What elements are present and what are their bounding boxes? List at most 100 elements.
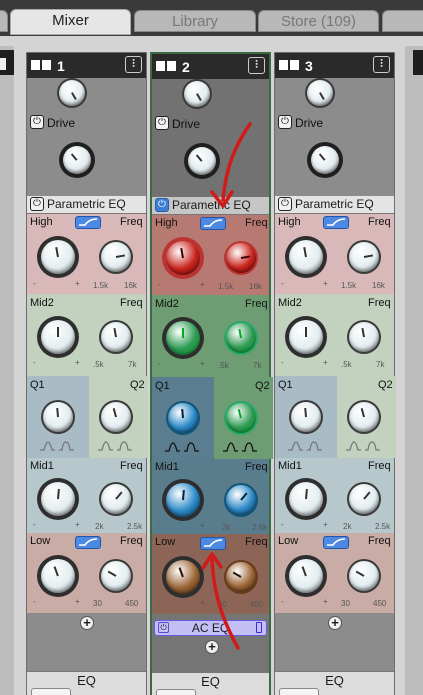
low-gain-knob[interactable] bbox=[162, 556, 204, 598]
power-icon[interactable]: ⏻ bbox=[30, 115, 44, 129]
solo-square-icon[interactable] bbox=[156, 61, 165, 71]
mid2-freq-knob[interactable] bbox=[224, 321, 258, 355]
mid2-gain-knob-cap bbox=[166, 321, 200, 355]
scale-max: + bbox=[75, 279, 80, 288]
freq-min-label: 30 bbox=[93, 599, 102, 608]
high-freq-knob[interactable] bbox=[224, 241, 258, 275]
drive-knob[interactable] bbox=[307, 142, 343, 178]
eq-footer-button[interactable] bbox=[279, 688, 319, 695]
drive-top-knob-partial[interactable] bbox=[182, 79, 212, 109]
q2-knob[interactable] bbox=[347, 400, 381, 434]
solo-square-icon[interactable] bbox=[31, 60, 40, 70]
mid1-freq-knob[interactable] bbox=[99, 482, 133, 516]
mid2-freq-knob[interactable] bbox=[99, 320, 133, 354]
next-strip-partial bbox=[405, 46, 423, 695]
band-mid2: Mid2 Freq - + .5k 7k bbox=[152, 295, 269, 377]
high-shelf-button[interactable] bbox=[75, 216, 101, 229]
power-icon[interactable]: ⏻ bbox=[278, 197, 292, 211]
drive-knob[interactable] bbox=[184, 143, 220, 179]
low-label: Low bbox=[278, 535, 299, 547]
drive-top-knob-partial[interactable] bbox=[305, 78, 335, 108]
power-icon[interactable]: ⏻ bbox=[155, 116, 169, 130]
sliders-icon[interactable]: ⫶ bbox=[373, 56, 390, 73]
q2-knob-cap bbox=[349, 402, 379, 432]
mute-square-icon[interactable] bbox=[42, 60, 51, 70]
eq-header: ⏻ Parametric EQ bbox=[152, 197, 269, 215]
strip-number: 3 bbox=[305, 58, 313, 74]
scale-min: - bbox=[33, 358, 36, 367]
low-freq-knob[interactable] bbox=[347, 559, 381, 593]
band-mid1: Mid1 Freq - +2k 2.5k bbox=[275, 458, 394, 533]
edit-icon[interactable] bbox=[256, 622, 262, 633]
drive-knob[interactable] bbox=[59, 142, 95, 178]
strip-header: 1 ⫶ bbox=[27, 53, 146, 78]
low-gain-knob[interactable] bbox=[37, 555, 79, 597]
low-freq-knob[interactable] bbox=[224, 560, 258, 594]
q1-knob[interactable] bbox=[41, 400, 75, 434]
mid1-gain-knob[interactable] bbox=[285, 478, 327, 520]
mid1-gain-knob[interactable] bbox=[162, 479, 204, 521]
high-gain-knob[interactable] bbox=[37, 236, 79, 278]
low-shelf-icon bbox=[327, 538, 346, 546]
q2-knob-cap bbox=[226, 403, 256, 433]
q1-knob[interactable] bbox=[289, 400, 323, 434]
mid1-gain-knob[interactable] bbox=[37, 478, 79, 520]
power-icon[interactable]: ⏻ bbox=[30, 197, 44, 211]
freq-max-label: 2.5k bbox=[252, 523, 268, 532]
sliders-icon[interactable]: ⫶ bbox=[125, 56, 142, 73]
power-icon[interactable]: ⏻ bbox=[155, 198, 169, 212]
high-gain-knob[interactable] bbox=[285, 236, 327, 278]
low-shelf-button[interactable] bbox=[75, 536, 101, 549]
scale-max: + bbox=[323, 597, 328, 606]
plugin-slot-ac-eq[interactable]: ⏻ AC EQ bbox=[154, 620, 267, 636]
mid2-gain-knob[interactable] bbox=[285, 316, 327, 358]
strip-number: 2 bbox=[182, 59, 190, 75]
scale-max: + bbox=[323, 279, 328, 288]
sliders-icon[interactable]: ⫶ bbox=[248, 57, 265, 74]
low-shelf-button[interactable] bbox=[323, 536, 349, 549]
mute-square-icon[interactable] bbox=[290, 60, 299, 70]
mid1-freq-knob[interactable] bbox=[347, 482, 381, 516]
prev-strip-partial bbox=[0, 46, 14, 695]
drive-top-knob-partial[interactable] bbox=[57, 78, 87, 108]
plugin-name: AC EQ bbox=[191, 621, 230, 635]
high-freq-knob[interactable] bbox=[347, 240, 381, 274]
high-shelf-button[interactable] bbox=[200, 217, 226, 230]
mute-square-icon[interactable] bbox=[167, 61, 176, 71]
q1-knob[interactable] bbox=[166, 401, 200, 435]
high-shelf-button[interactable] bbox=[323, 216, 349, 229]
band-low: Low Freq - +30 450 bbox=[275, 533, 394, 613]
scale-max: + bbox=[200, 598, 205, 607]
q2-label: Q2 bbox=[130, 379, 145, 391]
q2-knob[interactable] bbox=[99, 400, 133, 434]
q2-knob[interactable] bbox=[224, 401, 258, 435]
mid1-label: Mid1 bbox=[30, 460, 54, 472]
tab-library[interactable]: Library bbox=[134, 10, 256, 32]
plus-icon[interactable]: + bbox=[205, 640, 219, 654]
low-freq-knob[interactable] bbox=[99, 559, 133, 593]
tab-right-partial[interactable] bbox=[382, 10, 423, 32]
band-low: Low Freq - +30 450 bbox=[27, 533, 146, 613]
low-gain-knob[interactable] bbox=[285, 555, 327, 597]
tab-store[interactable]: Store (109) bbox=[258, 10, 379, 32]
high-gain-knob[interactable] bbox=[162, 237, 204, 279]
tab-left-partial[interactable] bbox=[0, 10, 8, 32]
solo-square-icon[interactable] bbox=[279, 60, 288, 70]
plus-icon[interactable]: + bbox=[328, 616, 342, 630]
mid2-gain-knob[interactable] bbox=[37, 316, 79, 358]
mid1-freq-knob[interactable] bbox=[224, 483, 258, 517]
plus-icon[interactable]: + bbox=[80, 616, 94, 630]
high-label: High bbox=[155, 217, 178, 229]
mid2-label: Mid2 bbox=[278, 297, 302, 309]
band-q: Q1 Q2 bbox=[27, 376, 148, 458]
eq-footer-button[interactable] bbox=[31, 688, 71, 695]
high-freq-knob[interactable] bbox=[99, 240, 133, 274]
tab-mixer[interactable]: Mixer bbox=[10, 9, 131, 35]
low-shelf-button[interactable] bbox=[200, 537, 226, 550]
high-label: High bbox=[30, 216, 53, 228]
mid2-gain-knob[interactable] bbox=[162, 317, 204, 359]
power-icon[interactable]: ⏻ bbox=[278, 115, 292, 129]
channel-strip-1: 1 ⫶ ⏻ Drive ⏻ Parametric EQ High Freq - +1.5k 16k M… bbox=[26, 52, 148, 695]
eq-footer-button[interactable] bbox=[156, 689, 196, 695]
mid2-freq-knob[interactable] bbox=[347, 320, 381, 354]
